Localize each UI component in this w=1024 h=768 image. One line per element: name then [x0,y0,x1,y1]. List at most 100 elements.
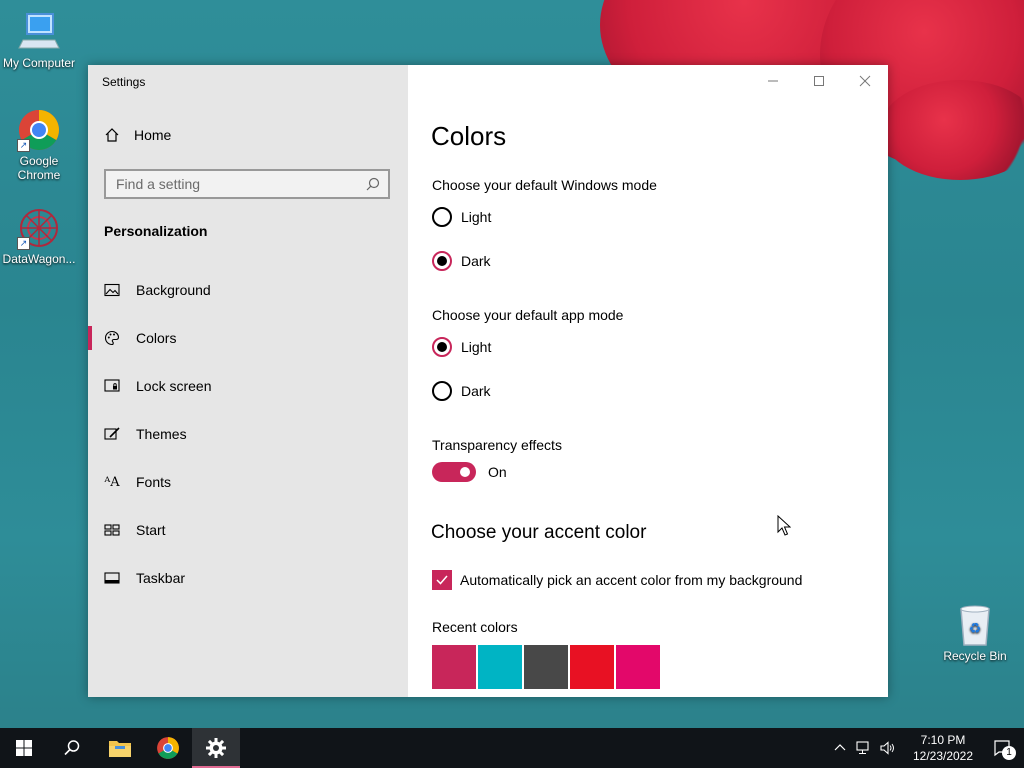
settings-sidebar: Settings Home Find a setting Personaliza… [88,65,408,697]
clock-date: 12/23/2022 [912,749,974,763]
radio-circle [432,381,452,401]
clock-time: 7:10 PM [920,733,966,747]
wallpaper-flower-petal-2 [880,80,1024,180]
search-input[interactable]: Find a setting [104,169,390,199]
chevron-up-icon[interactable] [828,742,852,754]
toggle-state-label: On [488,464,507,480]
radio-label: Light [461,339,492,355]
start-icon [104,522,120,538]
folder-icon [109,741,131,757]
radio-circle [432,207,452,227]
checkbox-label: Automatically pick an accent color from … [460,572,803,588]
radio-circle [432,251,452,271]
chrome-icon [157,737,179,759]
nav-item-lock-screen[interactable]: Lock screen [88,362,408,410]
color-swatch[interactable] [432,645,476,689]
auto-accent-checkbox[interactable] [432,570,452,590]
taskbar: 7:10 PM 12/23/2022 1 [0,728,1024,768]
checkmark-icon [436,575,448,585]
settings-window: Settings Home Find a setting Personaliza… [88,65,888,697]
app-mode-light-radio[interactable]: Light [432,337,491,357]
chrome-icon: ↗ [17,108,61,152]
nav-item-colors[interactable]: Colors [88,314,408,362]
desktop-icon-label: Google Chrome [17,154,61,182]
maximize-button[interactable] [796,65,842,97]
windows-logo-icon [16,740,32,756]
windows-mode-light-radio[interactable]: Light [432,207,491,227]
transparency-label: Transparency effects [432,437,562,453]
color-swatch[interactable] [570,645,614,689]
radio-label: Light [461,209,492,225]
app-mode-dark-radio[interactable]: Dark [432,381,491,401]
nav-item-taskbar[interactable]: Taskbar [88,554,408,602]
themes-icon [104,426,120,442]
computer-icon [17,10,61,54]
mouse-cursor-icon [777,514,792,542]
gear-icon [206,738,226,758]
nav-item-label: Lock screen [136,378,212,394]
taskbar-settings[interactable] [192,728,240,768]
radio-circle [432,337,452,357]
action-center-button[interactable]: 1 [980,728,1024,768]
volume-icon[interactable] [876,741,900,755]
home-icon [104,127,120,143]
datawagon-icon: ↗ [17,206,61,250]
start-button[interactable] [0,728,48,768]
app-mode-label: Choose your default app mode [432,307,624,323]
desktop-icon-google-chrome[interactable]: ↗ Google Chrome [0,108,78,182]
nav-item-label: Start [136,522,166,538]
image-icon [104,282,120,298]
minimize-button[interactable] [750,65,796,97]
nav-list: Background Colors Lock screen Themes ᴬA … [88,266,408,602]
page-title: Colors [431,121,507,151]
color-swatch[interactable] [616,645,660,689]
windows-mode-dark-radio[interactable]: Dark [432,251,491,271]
palette-icon [104,330,120,346]
accent-color-title: Choose your accent color [431,522,647,543]
auto-accent-checkbox-row[interactable]: Automatically pick an accent color from … [432,570,802,590]
nav-item-label: Fonts [136,474,172,490]
nav-home-label: Home [134,127,172,143]
nav-item-label: Background [136,282,211,298]
desktop-icon-label: DataWagon... [2,252,76,266]
lock-screen-icon [104,378,120,394]
taskbar-icon [104,570,120,586]
nav-item-label: Taskbar [136,570,186,586]
desktop-icon-my-computer[interactable]: My Computer [0,10,78,70]
desktop-icon-label: My Computer [2,56,76,70]
search-icon [64,740,80,756]
transparency-toggle-row: On [432,462,507,482]
color-swatch[interactable] [478,645,522,689]
window-title: Settings [102,75,146,89]
taskbar-chrome[interactable] [144,728,192,768]
radio-label: Dark [461,253,491,269]
minimize-icon [768,80,778,82]
section-title: Personalization [104,223,208,239]
shortcut-arrow-icon: ↗ [17,139,30,152]
taskbar-file-explorer[interactable] [96,728,144,768]
color-swatch[interactable] [524,645,568,689]
desktop-icon-datawagon[interactable]: ↗ DataWagon... [0,206,78,266]
transparency-toggle[interactable] [432,462,476,482]
search-icon [366,177,380,191]
close-icon [859,75,871,87]
settings-content: Colors Choose your default Windows mode … [408,65,888,697]
desktop-icon-label: Recycle Bin [943,649,1007,663]
window-caption-buttons [750,65,888,97]
notification-badge: 1 [1002,746,1016,760]
maximize-icon [814,76,824,86]
nav-item-themes[interactable]: Themes [88,410,408,458]
nav-home[interactable]: Home [104,127,171,143]
shortcut-arrow-icon: ↗ [17,237,30,250]
system-tray: 7:10 PM 12/23/2022 1 [828,728,1024,768]
desktop-icon-recycle-bin[interactable]: ♻ Recycle Bin [936,603,1014,663]
close-button[interactable] [842,65,888,97]
network-icon[interactable] [852,741,876,755]
nav-item-fonts[interactable]: ᴬA Fonts [88,458,408,506]
nav-item-start[interactable]: Start [88,506,408,554]
recycle-bin-icon: ♻ [953,603,997,647]
nav-item-background[interactable]: Background [88,266,408,314]
search-button[interactable] [48,728,96,768]
clock[interactable]: 7:10 PM 12/23/2022 [906,732,980,764]
fonts-icon: ᴬA [104,474,120,490]
